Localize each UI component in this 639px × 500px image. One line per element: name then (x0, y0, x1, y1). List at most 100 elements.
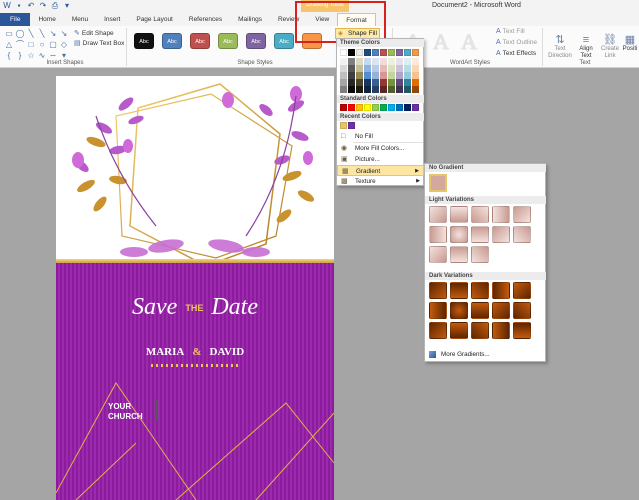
line-shape-icon[interactable]: ╲ (26, 29, 36, 39)
color-swatch[interactable] (364, 72, 371, 79)
gradient-swatch[interactable] (471, 226, 489, 243)
gradient-swatch[interactable] (429, 246, 447, 263)
create-link-button[interactable]: ⛓ Create Link (598, 34, 622, 60)
tab-insert[interactable]: Insert (96, 13, 128, 26)
arrow-shape-icon[interactable]: ↘ (48, 29, 58, 39)
no-fill-item[interactable]: □ No Fill (337, 131, 424, 142)
gradient-swatch[interactable] (492, 206, 510, 223)
gradient-swatch[interactable] (450, 322, 468, 339)
oval-shape-icon[interactable]: ○ (37, 40, 47, 50)
wordart-style-a[interactable]: A (430, 30, 452, 54)
align-text-button[interactable]: ≡ Align Text (574, 34, 598, 60)
more-gradients-item[interactable]: More Gradients... (425, 349, 546, 360)
gradient-swatch[interactable] (513, 282, 531, 299)
color-swatch[interactable] (340, 58, 347, 65)
color-swatch[interactable] (396, 58, 403, 65)
gradient-swatch[interactable] (450, 226, 468, 243)
gradient-swatch[interactable] (492, 226, 510, 243)
gradient-swatch[interactable] (450, 302, 468, 319)
gradient-swatch[interactable] (450, 246, 468, 263)
color-swatch[interactable] (388, 79, 395, 86)
draw-text-box-button[interactable]: ▤ Draw Text Box (74, 39, 124, 48)
bracket-shape-icon[interactable]: { (4, 51, 14, 61)
color-swatch[interactable] (404, 65, 411, 72)
color-swatch[interactable] (372, 49, 379, 56)
color-swatch[interactable] (380, 86, 387, 93)
color-swatch[interactable] (348, 79, 355, 86)
gradient-swatch[interactable] (492, 282, 510, 299)
tab-mailings[interactable]: Mailings (230, 13, 270, 26)
gradient-swatch[interactable] (513, 226, 531, 243)
color-swatch[interactable] (372, 86, 379, 93)
color-swatch[interactable] (364, 79, 371, 86)
color-swatch[interactable] (372, 58, 379, 65)
color-swatch[interactable] (412, 104, 419, 111)
texture-item[interactable]: ▩ Texture ▶ (337, 176, 424, 187)
color-swatch[interactable] (380, 58, 387, 65)
redo-icon[interactable]: ↷ (38, 1, 48, 11)
position-button[interactable]: ▦ Positi (620, 34, 639, 53)
color-swatch[interactable] (412, 58, 419, 65)
gradient-swatch[interactable] (471, 322, 489, 339)
color-swatch[interactable] (388, 104, 395, 111)
color-swatch[interactable] (396, 49, 403, 56)
color-swatch[interactable] (388, 65, 395, 72)
text-outline-button[interactable]: A Text Outline (496, 39, 537, 46)
rectangle-shape-icon[interactable]: □ (26, 40, 36, 50)
color-swatch[interactable] (404, 58, 411, 65)
color-swatch[interactable] (396, 104, 403, 111)
color-swatch[interactable] (372, 104, 379, 111)
shape-style-aqua[interactable]: Abc (274, 33, 294, 49)
shape-style-blue[interactable]: Abc (162, 33, 182, 49)
color-swatch[interactable] (364, 58, 371, 65)
shape-style-green[interactable]: Abc (218, 33, 238, 49)
more-fill-colors-item[interactable]: ◉ More Fill Colors... (337, 143, 424, 154)
gradient-swatch[interactable] (429, 282, 447, 299)
edit-shape-button[interactable]: ✎ Edit Shape (74, 29, 114, 38)
color-swatch[interactable] (340, 49, 347, 56)
color-swatch[interactable] (404, 104, 411, 111)
color-swatch[interactable] (412, 86, 419, 93)
color-swatch[interactable] (364, 49, 371, 56)
tab-home[interactable]: Home (30, 13, 63, 26)
color-swatch[interactable] (380, 49, 387, 56)
gradient-swatch[interactable] (471, 302, 489, 319)
curve-shape-icon[interactable]: ⌒ (15, 40, 25, 50)
tab-references[interactable]: References (181, 13, 230, 26)
undo-icon[interactable]: ↶ (26, 1, 36, 11)
customize-icon[interactable]: ▾ (62, 1, 72, 11)
color-swatch[interactable] (340, 86, 347, 93)
tab-file[interactable]: File (0, 13, 31, 26)
color-swatch[interactable] (364, 65, 371, 72)
color-swatch[interactable] (340, 65, 347, 72)
color-swatch[interactable] (348, 49, 355, 56)
color-swatch[interactable] (340, 79, 347, 86)
color-swatch[interactable] (348, 65, 355, 72)
color-swatch[interactable] (364, 104, 371, 111)
print-icon[interactable]: ⎙ (50, 1, 60, 11)
gradient-item[interactable]: ▦ Gradient ▶ (337, 165, 424, 176)
gradient-swatch[interactable] (450, 206, 468, 223)
color-swatch[interactable] (356, 79, 363, 86)
color-swatch[interactable] (372, 72, 379, 79)
color-swatch[interactable] (388, 86, 395, 93)
color-swatch[interactable] (356, 49, 363, 56)
color-swatch[interactable] (356, 58, 363, 65)
color-swatch[interactable] (404, 72, 411, 79)
gradient-swatch[interactable] (513, 206, 531, 223)
color-swatch[interactable] (388, 58, 395, 65)
color-swatch[interactable] (396, 72, 403, 79)
gradient-swatch[interactable] (471, 246, 489, 263)
color-swatch[interactable] (380, 104, 387, 111)
gradient-swatch[interactable] (450, 282, 468, 299)
color-swatch[interactable] (340, 72, 347, 79)
rounded-rect-shape-icon[interactable]: ▢ (48, 40, 58, 50)
color-swatch[interactable] (412, 72, 419, 79)
color-swatch[interactable] (364, 86, 371, 93)
color-swatch[interactable] (356, 86, 363, 93)
color-swatch[interactable] (356, 72, 363, 79)
text-fill-button[interactable]: A Text Fill (496, 28, 525, 35)
no-gradient-swatch[interactable] (429, 174, 447, 192)
gradient-swatch[interactable] (513, 302, 531, 319)
gradient-swatch[interactable] (429, 226, 447, 243)
